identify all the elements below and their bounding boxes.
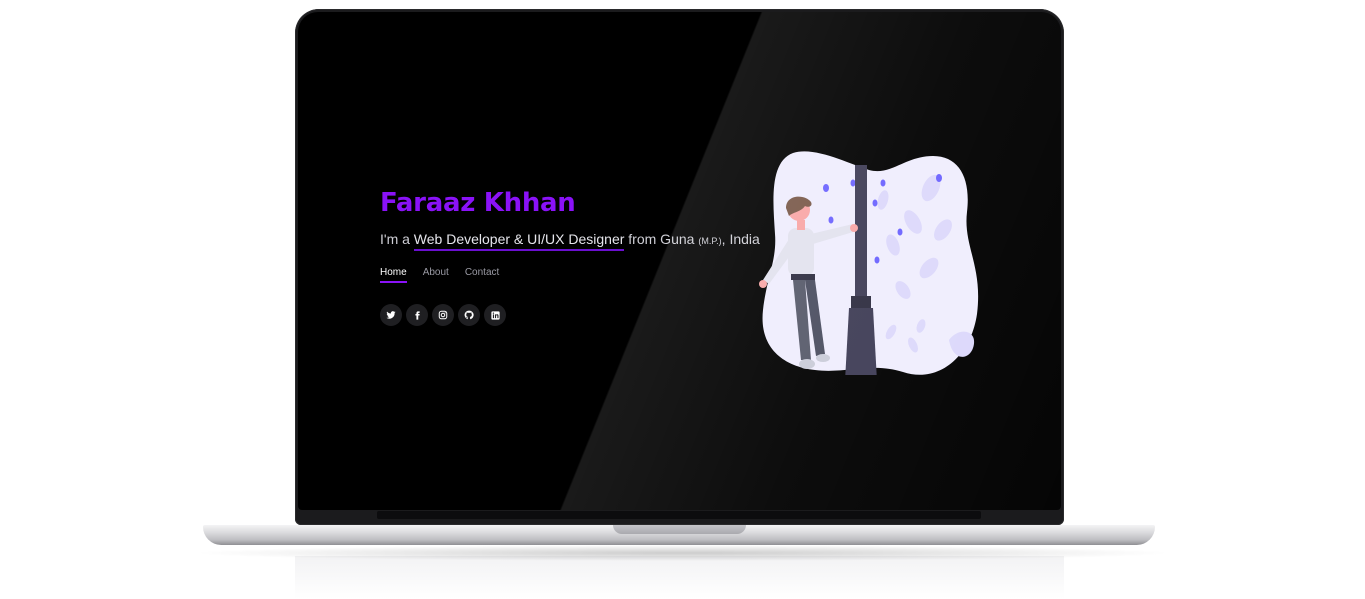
instagram-icon [438, 310, 448, 320]
facebook-link[interactable] [406, 304, 428, 326]
hero-intro: I'm a Web Developer & UI/UX Designer fro… [380, 229, 780, 251]
hero-name: Faraaz Khhan [380, 188, 576, 218]
github-link[interactable] [458, 304, 480, 326]
laptop-mockup: Faraaz Khhan I'm a Web Developer & UI/UX… [0, 0, 1365, 599]
nav-about[interactable]: About [423, 267, 449, 283]
hero-section: Faraaz Khhan I'm a Web Developer & UI/UX… [380, 186, 780, 326]
nav-home[interactable]: Home [380, 267, 407, 283]
linkedin-icon [490, 310, 500, 320]
instagram-link[interactable] [432, 304, 454, 326]
laptop-screen: Faraaz Khhan I'm a Web Developer & UI/UX… [298, 12, 1061, 510]
facebook-icon [414, 310, 420, 320]
intro-role: Web Developer & UI/UX Designer [413, 231, 625, 251]
intro-prefix: I'm a [380, 231, 414, 247]
intro-region: (M.P.) [698, 236, 722, 246]
twitter-icon [386, 311, 396, 319]
laptop-reflection [295, 556, 1064, 599]
twitter-link[interactable] [380, 304, 402, 326]
screen-bottom-strip [377, 511, 981, 519]
laptop-notch [613, 525, 746, 534]
social-links [380, 304, 780, 326]
github-icon [464, 310, 474, 320]
intro-from: from Guna [624, 231, 699, 247]
nav-contact[interactable]: Contact [465, 267, 499, 283]
main-nav: Home About Contact [380, 267, 780, 283]
laptop-base-shadow [190, 545, 1175, 561]
linkedin-link[interactable] [484, 304, 506, 326]
hero-illustration [759, 151, 979, 375]
